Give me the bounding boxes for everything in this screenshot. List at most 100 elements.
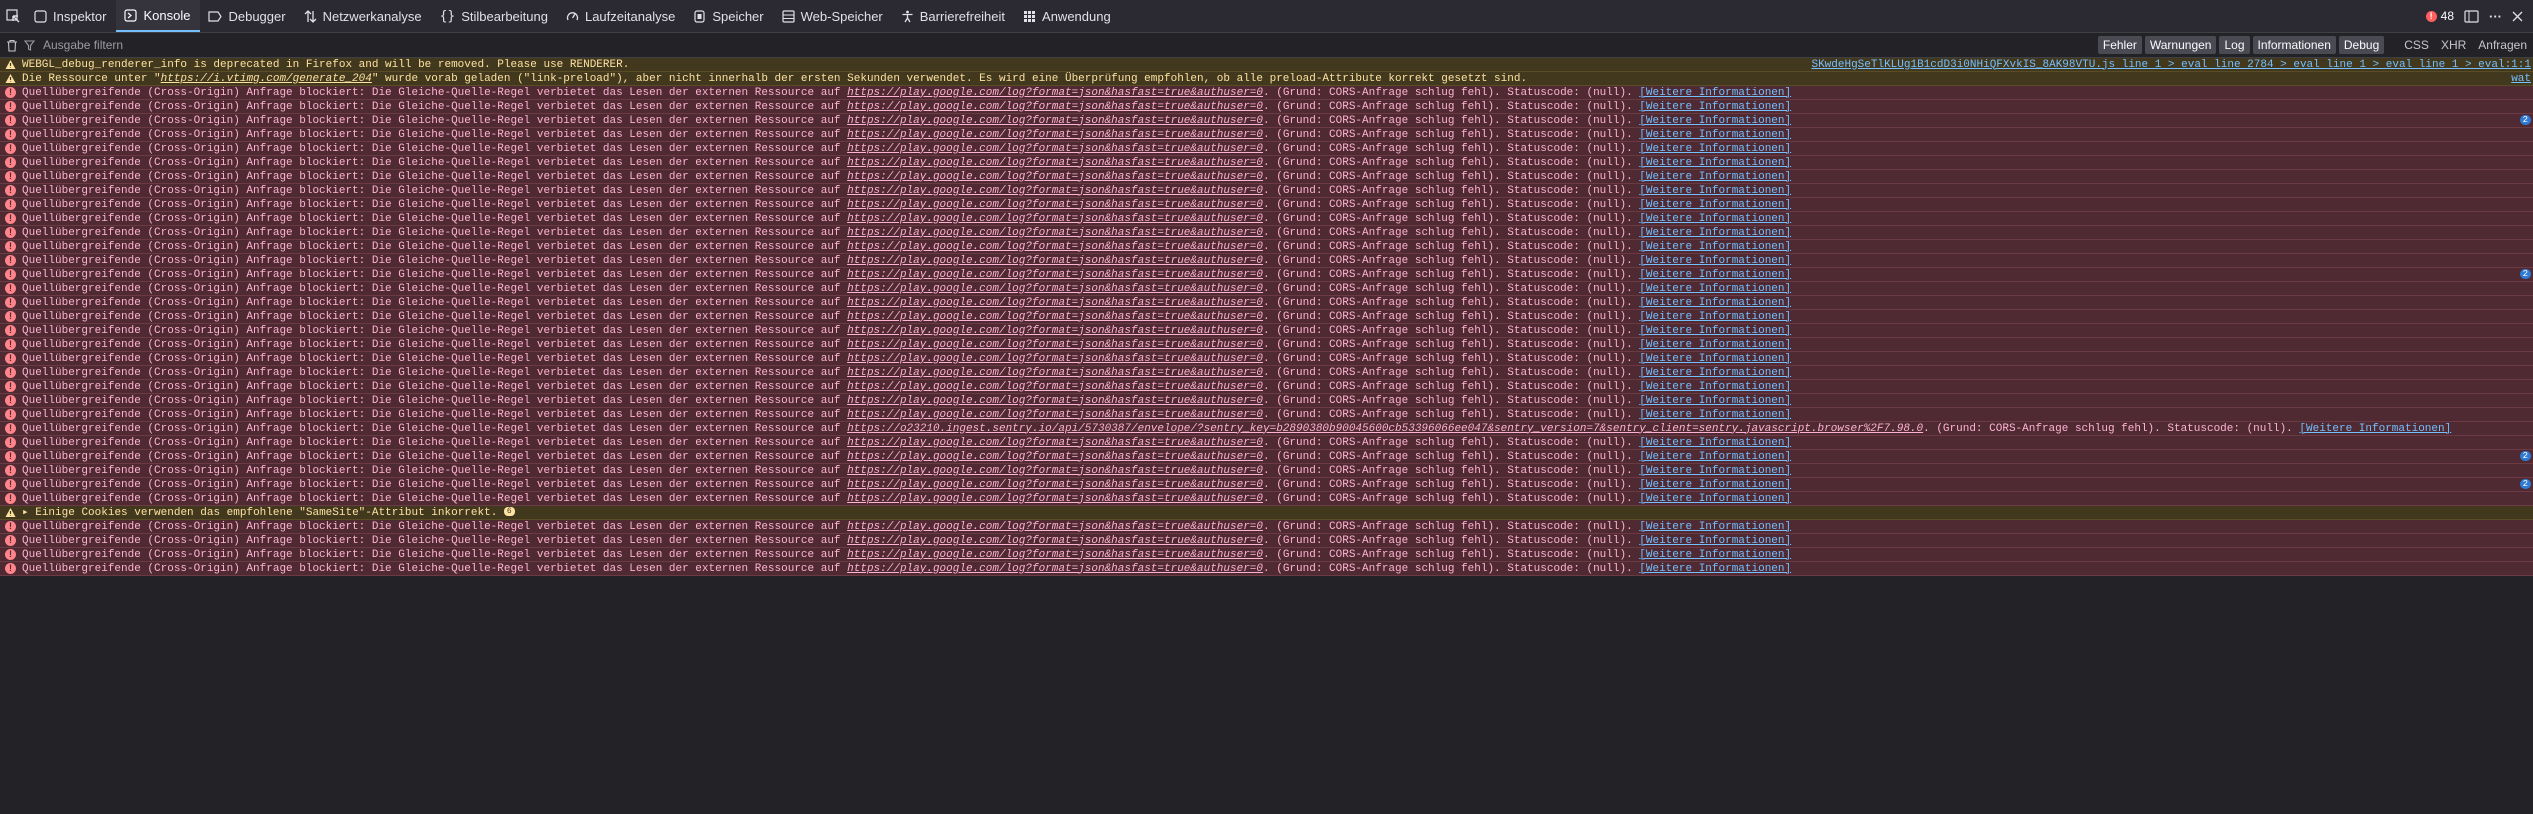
- more-info-link[interactable]: [Weitere Informationen]: [1639, 101, 1791, 113]
- more-info-link[interactable]: [Weitere Informationen]: [1639, 535, 1791, 547]
- resource-url[interactable]: https://play.google.com/log?format=json&…: [847, 367, 1263, 379]
- dock-layout-icon[interactable]: [2464, 9, 2479, 23]
- more-info-link[interactable]: [Weitere Informationen]: [1639, 213, 1791, 225]
- more-info-link[interactable]: [Weitere Informationen]: [2299, 423, 2451, 435]
- more-info-link[interactable]: [Weitere Informationen]: [1639, 493, 1791, 505]
- resource-url[interactable]: https://play.google.com/log?format=json&…: [847, 395, 1263, 407]
- tab-speicher[interactable]: Speicher: [685, 0, 773, 32]
- resource-url[interactable]: https://play.google.com/log?format=json&…: [847, 535, 1263, 547]
- level-debug-button[interactable]: Debug: [2338, 36, 2385, 54]
- more-info-link[interactable]: [Weitere Informationen]: [1639, 129, 1791, 141]
- more-info-link[interactable]: [Weitere Informationen]: [1639, 87, 1791, 99]
- more-info-link[interactable]: [Weitere Informationen]: [1639, 563, 1791, 575]
- source-link[interactable]: wat: [2511, 73, 2531, 85]
- resource-url[interactable]: https://play.google.com/log?format=json&…: [847, 549, 1263, 561]
- more-info-link[interactable]: [Weitere Informationen]: [1639, 171, 1791, 183]
- expand-arrow-icon[interactable]: ▸: [22, 507, 35, 519]
- resource-url[interactable]: https://play.google.com/log?format=json&…: [847, 381, 1263, 393]
- more-info-link[interactable]: [Weitere Informationen]: [1639, 367, 1791, 379]
- more-info-link[interactable]: [Weitere Informationen]: [1639, 437, 1791, 449]
- more-info-link[interactable]: [Weitere Informationen]: [1639, 409, 1791, 421]
- resource-url[interactable]: https://play.google.com/log?format=json&…: [847, 325, 1263, 337]
- source-link[interactable]: SKwdeHgSeTlKLUg1B1cdD3i0NHiQFXvkIS_8AK98…: [1811, 59, 2531, 71]
- resource-url[interactable]: https://play.google.com/log?format=json&…: [847, 199, 1263, 211]
- filter-input[interactable]: [41, 37, 445, 53]
- more-info-link[interactable]: [Weitere Informationen]: [1639, 185, 1791, 197]
- more-info-link[interactable]: [Weitere Informationen]: [1639, 465, 1791, 477]
- level-log-button[interactable]: Log: [2219, 36, 2250, 54]
- more-info-link[interactable]: [Weitere Informationen]: [1639, 521, 1791, 533]
- resource-url[interactable]: https://play.google.com/log?format=json&…: [847, 269, 1263, 281]
- more-info-link[interactable]: [Weitere Informationen]: [1639, 297, 1791, 309]
- resource-url[interactable]: https://play.google.com/log?format=json&…: [847, 563, 1263, 575]
- more-info-link[interactable]: [Weitere Informationen]: [1639, 241, 1791, 253]
- tab-barrierefreiheit[interactable]: Barrierefreiheit: [893, 0, 1015, 32]
- resource-url[interactable]: https://play.google.com/log?format=json&…: [847, 283, 1263, 295]
- resource-url[interactable]: https://o23210.ingest.sentry.io/api/5730…: [847, 423, 1923, 435]
- tab-anwendung[interactable]: Anwendung: [1015, 0, 1121, 32]
- error-icon: !: [5, 325, 16, 336]
- more-info-link[interactable]: [Weitere Informationen]: [1639, 199, 1791, 211]
- more-info-link[interactable]: [Weitere Informationen]: [1639, 283, 1791, 295]
- more-info-link[interactable]: [Weitere Informationen]: [1639, 227, 1791, 239]
- tab-laufzeitanalyse[interactable]: Laufzeitanalyse: [558, 0, 685, 32]
- more-info-link[interactable]: [Weitere Informationen]: [1639, 255, 1791, 267]
- resource-url[interactable]: https://play.google.com/log?format=json&…: [847, 255, 1263, 267]
- resource-url[interactable]: https://play.google.com/log?format=json&…: [847, 185, 1263, 197]
- more-info-link[interactable]: [Weitere Informationen]: [1639, 157, 1791, 169]
- resource-url[interactable]: https://play.google.com/log?format=json&…: [847, 479, 1263, 491]
- filter-css-button[interactable]: CSS: [2404, 38, 2429, 52]
- more-info-link[interactable]: [Weitere Informationen]: [1639, 339, 1791, 351]
- element-picker-button[interactable]: [0, 0, 26, 32]
- tab-netzwerkanalyse[interactable]: Netzwerkanalyse: [296, 0, 432, 32]
- trash-icon[interactable]: [6, 39, 18, 52]
- level-informationen-button[interactable]: Informationen: [2252, 36, 2336, 54]
- resource-url[interactable]: https://play.google.com/log?format=json&…: [847, 157, 1263, 169]
- resource-url[interactable]: https://play.google.com/log?format=json&…: [847, 87, 1263, 99]
- more-info-link[interactable]: [Weitere Informationen]: [1639, 395, 1791, 407]
- more-info-link[interactable]: [Weitere Informationen]: [1639, 353, 1791, 365]
- error-counter[interactable]: ! 48: [2425, 9, 2454, 23]
- resource-url[interactable]: https://play.google.com/log?format=json&…: [847, 353, 1263, 365]
- tab-inspektor[interactable]: Inspektor: [26, 0, 116, 32]
- level-fehler-button[interactable]: Fehler: [2097, 36, 2142, 54]
- more-info-link[interactable]: [Weitere Informationen]: [1639, 549, 1791, 561]
- resource-url[interactable]: https://play.google.com/log?format=json&…: [847, 115, 1263, 127]
- resource-url[interactable]: https://play.google.com/log?format=json&…: [847, 101, 1263, 113]
- resource-url[interactable]: https://play.google.com/log?format=json&…: [847, 143, 1263, 155]
- resource-url[interactable]: https://play.google.com/log?format=json&…: [847, 213, 1263, 225]
- more-info-link[interactable]: [Weitere Informationen]: [1639, 479, 1791, 491]
- more-info-link[interactable]: [Weitere Informationen]: [1639, 269, 1791, 281]
- tab-stilbearbeitung[interactable]: {} Stilbearbeitung: [432, 0, 558, 32]
- resource-url[interactable]: https://play.google.com/log?format=json&…: [847, 227, 1263, 239]
- error-message-prefix: Quellübergreifende (Cross-Origin) Anfrag…: [22, 464, 848, 477]
- level-warnungen-button[interactable]: Warnungen: [2144, 36, 2217, 54]
- resource-url[interactable]: https://play.google.com/log?format=json&…: [847, 409, 1263, 421]
- filter-requests-button[interactable]: Anfragen: [2478, 38, 2527, 52]
- more-info-link[interactable]: [Weitere Informationen]: [1639, 115, 1791, 127]
- tab-debugger[interactable]: Debugger: [200, 0, 295, 32]
- resource-url[interactable]: https://play.google.com/log?format=json&…: [847, 241, 1263, 253]
- resource-url[interactable]: https://play.google.com/log?format=json&…: [847, 129, 1263, 141]
- resource-url[interactable]: https://play.google.com/log?format=json&…: [847, 171, 1263, 183]
- resource-url[interactable]: https://play.google.com/log?format=json&…: [847, 311, 1263, 323]
- more-info-link[interactable]: [Weitere Informationen]: [1639, 325, 1791, 337]
- more-info-link[interactable]: [Weitere Informationen]: [1639, 381, 1791, 393]
- more-info-link[interactable]: [Weitere Informationen]: [1639, 451, 1791, 463]
- resource-url[interactable]: https://play.google.com/log?format=json&…: [847, 465, 1263, 477]
- resource-url[interactable]: https://play.google.com/log?format=json&…: [847, 493, 1263, 505]
- tab-web-speicher[interactable]: Web-Speicher: [774, 0, 893, 32]
- tab-konsole[interactable]: Konsole: [116, 0, 201, 32]
- resource-url[interactable]: https://play.google.com/log?format=json&…: [847, 521, 1263, 533]
- more-info-link[interactable]: [Weitere Informationen]: [1639, 311, 1791, 323]
- resource-url[interactable]: https://play.google.com/log?format=json&…: [847, 451, 1263, 463]
- resource-url[interactable]: https://play.google.com/log?format=json&…: [847, 437, 1263, 449]
- close-icon[interactable]: [2512, 11, 2523, 22]
- error-message-suffix: . (Grund: CORS-Anfrage schlug fehl). Sta…: [1263, 240, 1640, 253]
- resource-url[interactable]: https://i.vtimg.com/generate_204: [161, 73, 372, 85]
- more-info-link[interactable]: [Weitere Informationen]: [1639, 143, 1791, 155]
- resource-url[interactable]: https://play.google.com/log?format=json&…: [847, 339, 1263, 351]
- more-options-icon[interactable]: ···: [2489, 9, 2502, 24]
- resource-url[interactable]: https://play.google.com/log?format=json&…: [847, 297, 1263, 309]
- filter-xhr-button[interactable]: XHR: [2441, 38, 2466, 52]
